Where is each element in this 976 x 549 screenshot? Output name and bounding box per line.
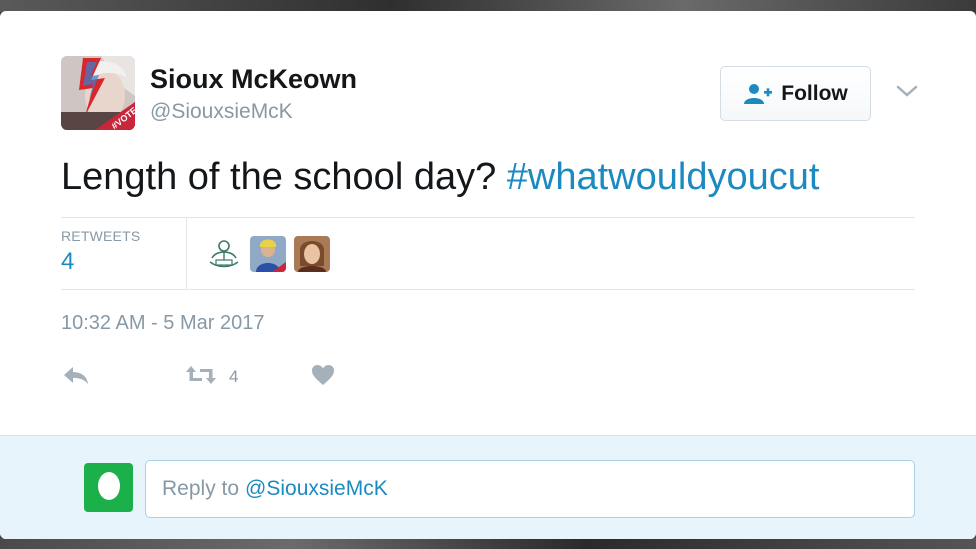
follow-label: Follow bbox=[781, 81, 848, 105]
retweeter-avatar[interactable] bbox=[250, 236, 286, 272]
user-avatar bbox=[84, 463, 133, 512]
heart-icon bbox=[311, 364, 335, 391]
reply-placeholder-mention: @SiouxsieMcK bbox=[245, 477, 388, 500]
retweet-button[interactable]: 4 bbox=[185, 363, 238, 391]
reply-input[interactable]: Reply to @SiouxsieMcK bbox=[145, 460, 915, 518]
tweet-card: #VOTE16 Sioux McKeown @SiouxsieMcK Follo… bbox=[0, 11, 976, 539]
retweet-icon bbox=[185, 364, 217, 391]
retweeter-avatar[interactable] bbox=[294, 236, 330, 272]
reply-button[interactable] bbox=[62, 363, 90, 391]
tweet-text-plain: Length of the school day? bbox=[61, 156, 507, 198]
egg-avatar-icon bbox=[96, 469, 122, 506]
background-bottom bbox=[0, 538, 976, 549]
divider-bottom bbox=[61, 289, 915, 290]
author-handle[interactable]: @SiouxsieMcK bbox=[150, 100, 293, 124]
tweet-text: Length of the school day? #whatwouldyouc… bbox=[61, 156, 819, 199]
retweets-label: RETWEETS bbox=[61, 228, 141, 244]
tweet-timestamp[interactable]: 10:32 AM - 5 Mar 2017 bbox=[61, 312, 264, 335]
reply-area: Reply to @SiouxsieMcK bbox=[0, 435, 976, 539]
follow-button[interactable]: Follow bbox=[720, 66, 871, 121]
reply-placeholder-prefix: Reply to bbox=[162, 477, 240, 500]
reply-icon bbox=[62, 364, 90, 391]
retweeter-avatar[interactable] bbox=[206, 236, 242, 272]
retweets-count[interactable]: 4 bbox=[61, 248, 74, 276]
like-button[interactable] bbox=[311, 363, 335, 391]
stats-separator bbox=[186, 218, 187, 289]
author-name[interactable]: Sioux McKeown bbox=[150, 64, 357, 95]
add-user-icon bbox=[743, 83, 773, 105]
author-avatar[interactable]: #VOTE16 bbox=[61, 56, 135, 130]
chevron-down-icon[interactable] bbox=[894, 81, 920, 101]
retweet-count: 4 bbox=[229, 367, 239, 386]
hashtag-link[interactable]: #whatwouldyoucut bbox=[507, 156, 820, 198]
divider-top bbox=[61, 217, 915, 218]
